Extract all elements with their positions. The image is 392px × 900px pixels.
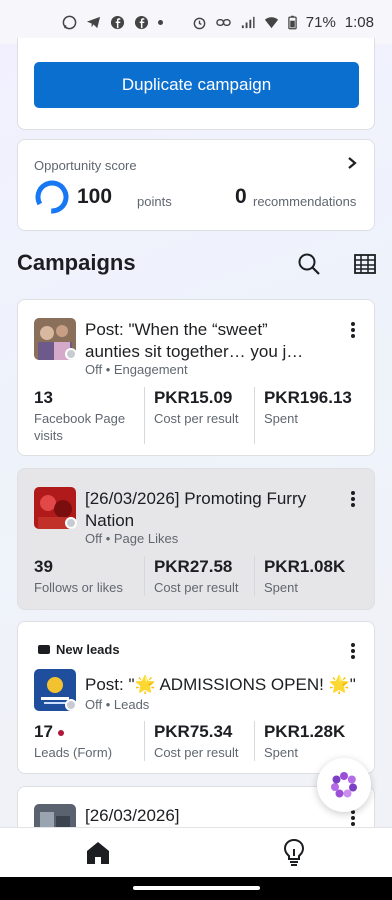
signal-icon bbox=[241, 16, 255, 28]
campaign-status-line: Off • Engagement bbox=[85, 362, 188, 377]
metric-spent: PKR1.08K Spent bbox=[253, 556, 364, 596]
metric-cost-per-result: PKR75.34 Cost per result bbox=[143, 721, 254, 761]
status-indicator bbox=[65, 699, 77, 711]
metric-value: PKR196.13 bbox=[263, 388, 352, 407]
metric-value: PKR27.58 bbox=[153, 557, 233, 576]
more-options-icon[interactable] bbox=[350, 490, 356, 508]
metric-value: PKR1.28K bbox=[263, 722, 346, 741]
metric-value: PKR15.09 bbox=[153, 388, 233, 407]
metric-spent: PKR196.13 Spent bbox=[253, 387, 364, 444]
link-icon bbox=[216, 18, 231, 26]
campaign-status: Off bbox=[85, 531, 103, 546]
home-gesture-handle[interactable] bbox=[133, 886, 260, 890]
campaign-title: [26/03/2026] bbox=[85, 806, 180, 825]
metric-label: Cost per result bbox=[153, 580, 239, 595]
campaign-card[interactable]: New leads Post: "🌟 ADMISSIONS OPEN! 🌟" O… bbox=[17, 621, 375, 774]
campaign-metrics: 17 Leads (Form) PKR75.34 Cost per result… bbox=[34, 721, 364, 761]
recommendations-value: 0 bbox=[235, 185, 247, 208]
metric-value: PKR75.34 bbox=[153, 722, 233, 741]
metric-label: Spent bbox=[263, 411, 298, 426]
badge-label: New leads bbox=[56, 642, 120, 657]
metric-label: Leads (Form) bbox=[34, 745, 113, 760]
more-options-icon[interactable] bbox=[350, 642, 356, 660]
leads-icon bbox=[38, 645, 50, 654]
campaign-objective: Engagement bbox=[113, 362, 188, 377]
metric-label: Facebook Page visits bbox=[34, 411, 126, 443]
system-icons: 71% 1:08 bbox=[192, 14, 374, 31]
opportunity-points-value: 100 bbox=[77, 185, 113, 208]
table-view-icon[interactable] bbox=[353, 252, 377, 276]
metric-label: Follows or likes bbox=[34, 580, 123, 595]
bottom-navigation bbox=[0, 827, 392, 877]
gesture-navigation-bar bbox=[0, 877, 392, 900]
new-leads-dot bbox=[57, 729, 64, 736]
wifi-icon bbox=[264, 16, 278, 28]
metric-value: PKR1.08K bbox=[263, 557, 346, 576]
status-indicator bbox=[65, 348, 77, 360]
facebook-icon bbox=[110, 15, 125, 29]
metric-results: 39 Follows or likes bbox=[34, 556, 144, 596]
metric-value: 17 bbox=[34, 721, 136, 743]
more-notifications-dot bbox=[158, 19, 163, 25]
assistant-fab-button[interactable] bbox=[317, 758, 371, 812]
campaign-title: Post: "When the “sweet” aunties sit toge… bbox=[85, 320, 304, 361]
metric-value: 39 bbox=[34, 557, 53, 576]
campaigns-heading: Campaigns bbox=[17, 250, 136, 275]
score-ring-icon bbox=[35, 180, 69, 214]
opportunity-points-label: points bbox=[137, 194, 172, 209]
metric-cost-per-result: PKR27.58 Cost per result bbox=[143, 556, 254, 596]
metric-value: 13 bbox=[34, 388, 53, 407]
campaign-objective: Page Likes bbox=[113, 531, 179, 546]
metric-results: 13 Facebook Page visits bbox=[34, 387, 144, 444]
chevron-right-icon[interactable] bbox=[346, 156, 358, 170]
status-indicator bbox=[65, 517, 77, 529]
more-options-icon[interactable] bbox=[350, 321, 356, 339]
battery-level: 71% bbox=[305, 13, 336, 31]
metric-value-text: 17 bbox=[34, 722, 53, 741]
metric-label: Cost per result bbox=[153, 745, 239, 760]
opportunity-score-title: Opportunity score bbox=[34, 158, 137, 173]
metric-spent: PKR1.28K Spent bbox=[253, 721, 364, 761]
opportunity-score-card[interactable]: Opportunity score 100 points 0 recommend… bbox=[17, 139, 375, 231]
telegram-icon bbox=[86, 16, 101, 28]
campaign-status: Off bbox=[85, 697, 103, 712]
alarm-icon bbox=[193, 17, 206, 29]
campaign-metrics: 13 Facebook Page visits PKR15.09 Cost pe… bbox=[34, 387, 364, 444]
campaign-title: [26/03/2026] Promoting Furry Nation bbox=[85, 489, 307, 530]
campaign-card[interactable]: [26/03/2026] Promoting Furry Nation Off … bbox=[17, 468, 375, 610]
search-icon[interactable] bbox=[297, 252, 321, 276]
metric-label: Spent bbox=[263, 580, 298, 595]
ai-assistant-icon bbox=[331, 772, 357, 798]
whatsapp-icon bbox=[62, 15, 77, 29]
campaign-status-line: Off • Leads bbox=[85, 697, 150, 712]
metric-label: Cost per result bbox=[153, 411, 239, 426]
recommendations-label: recommendations bbox=[253, 194, 357, 209]
campaign-metrics: 39 Follows or likes PKR27.58 Cost per re… bbox=[34, 556, 364, 596]
duplicate-card: Duplicate campaign bbox=[17, 38, 375, 130]
notification-icons bbox=[62, 15, 163, 30]
metric-cost-per-result: PKR15.09 Cost per result bbox=[143, 387, 254, 444]
campaign-objective: Leads bbox=[113, 697, 150, 712]
battery-icon bbox=[288, 15, 297, 29]
clock: 1:08 bbox=[344, 13, 374, 31]
lightbulb-icon[interactable] bbox=[282, 838, 306, 866]
home-icon[interactable] bbox=[85, 840, 111, 866]
metric-results: 17 Leads (Form) bbox=[34, 721, 144, 761]
duplicate-campaign-button[interactable]: Duplicate campaign bbox=[34, 62, 359, 108]
campaign-status: Off bbox=[85, 362, 103, 377]
facebook-icon bbox=[134, 15, 149, 29]
campaign-title: Post: "🌟 ADMISSIONS OPEN! 🌟" bbox=[85, 675, 356, 694]
more-options-icon[interactable] bbox=[350, 809, 356, 827]
campaign-status-line: Off • Page Likes bbox=[85, 531, 179, 546]
new-leads-badge: New leads bbox=[38, 642, 120, 657]
campaign-card[interactable]: Post: "When the “sweet” aunties sit toge… bbox=[17, 299, 375, 456]
